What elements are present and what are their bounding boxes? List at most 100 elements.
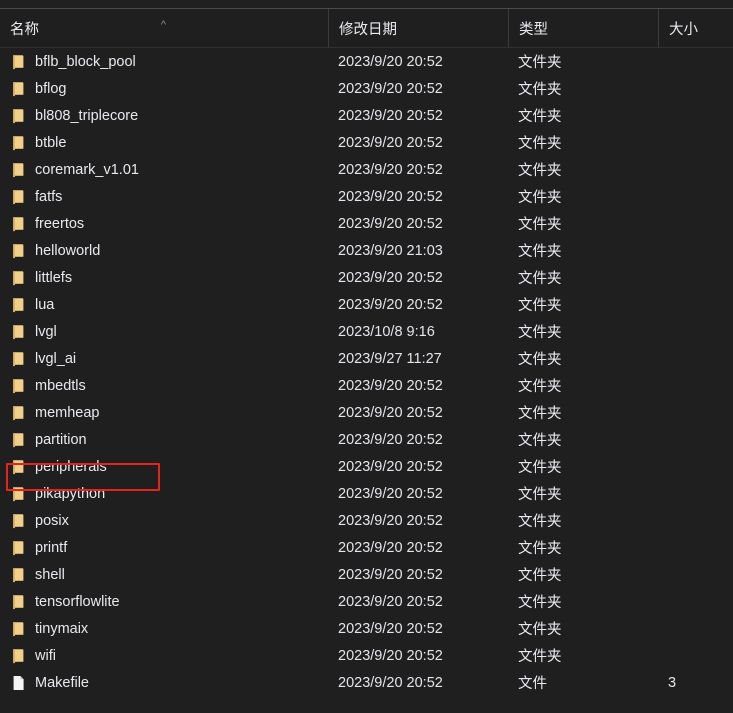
cell-name[interactable]: peripherals <box>0 453 328 480</box>
cell-name[interactable]: bflb_block_pool <box>0 48 328 75</box>
folder-icon <box>10 594 27 610</box>
column-header-size[interactable]: 大小 <box>658 9 733 48</box>
cell-name[interactable]: mbedtls <box>0 372 328 399</box>
cell-name[interactable]: bl808_triplecore <box>0 102 328 129</box>
cell-date-modified: 2023/9/20 20:52 <box>338 647 443 664</box>
cell-name[interactable]: lua <box>0 291 328 318</box>
table-row[interactable]: shell 2023/9/20 20:52 文件夹 <box>0 561 733 588</box>
table-row[interactable]: bflog 2023/9/20 20:52 文件夹 <box>0 75 733 102</box>
table-row[interactable]: printf 2023/9/20 20:52 文件夹 <box>0 534 733 561</box>
folder-icon <box>10 324 27 340</box>
cell-type: 文件夹 <box>518 622 562 638</box>
table-row[interactable]: lua 2023/9/20 20:52 文件夹 <box>0 291 733 318</box>
cell-name[interactable]: pikapython <box>0 480 328 507</box>
cell-size <box>658 588 733 615</box>
cell-type: 文件夹 <box>518 271 562 287</box>
table-row[interactable]: bl808_triplecore 2023/9/20 20:52 文件夹 <box>0 102 733 129</box>
cell-date-modified: 2023/9/20 20:52 <box>338 485 443 502</box>
cell-size <box>658 156 733 183</box>
table-row[interactable]: littlefs 2023/9/20 20:52 文件夹 <box>0 264 733 291</box>
cell-name[interactable]: bflog <box>0 75 328 102</box>
cell-size: 3 <box>668 674 677 691</box>
table-row[interactable]: coremark_v1.01 2023/9/20 20:52 文件夹 <box>0 156 733 183</box>
file-name-label: shell <box>35 566 65 583</box>
file-name-label: helloworld <box>35 242 101 259</box>
column-header-size-label: 大小 <box>669 22 698 38</box>
cell-type: 文件夹 <box>518 379 562 395</box>
cell-name[interactable]: shell <box>0 561 328 588</box>
cell-name[interactable]: coremark_v1.01 <box>0 156 328 183</box>
cell-date-modified: 2023/9/20 20:52 <box>338 566 443 583</box>
folder-icon <box>10 135 27 151</box>
cell-size <box>658 453 733 480</box>
table-row[interactable]: Makefile 2023/9/20 20:52 文件 3 <box>0 669 733 696</box>
table-row[interactable]: lvgl 2023/10/8 9:16 文件夹 <box>0 318 733 345</box>
cell-name[interactable]: littlefs <box>0 264 328 291</box>
cell-name[interactable]: Makefile <box>0 669 328 696</box>
table-row[interactable]: wifi 2023/9/20 20:52 文件夹 <box>0 642 733 669</box>
column-header-date-modified[interactable]: 修改日期 <box>328 9 508 48</box>
file-list[interactable]: bflb_block_pool 2023/9/20 20:52 文件夹 bflog 20… <box>0 48 733 713</box>
cell-name[interactable]: btble <box>0 129 328 156</box>
cell-type: 文件夹 <box>518 514 562 530</box>
file-name-label: bflb_block_pool <box>35 53 136 70</box>
table-row[interactable]: pikapython 2023/9/20 20:52 文件夹 <box>0 480 733 507</box>
table-row[interactable]: lvgl_ai 2023/9/27 11:27 文件夹 <box>0 345 733 372</box>
table-row[interactable]: fatfs 2023/9/20 20:52 文件夹 <box>0 183 733 210</box>
cell-name[interactable]: tensorflowlite <box>0 588 328 615</box>
table-row[interactable]: freertos 2023/9/20 20:52 文件夹 <box>0 210 733 237</box>
table-row[interactable]: helloworld 2023/9/20 21:03 文件夹 <box>0 237 733 264</box>
cell-date-modified: 2023/9/20 20:52 <box>338 161 443 178</box>
file-name-label: coremark_v1.01 <box>35 161 139 178</box>
table-row[interactable]: bflb_block_pool 2023/9/20 20:52 文件夹 <box>0 48 733 75</box>
cell-size <box>658 345 733 372</box>
cell-name[interactable]: lvgl <box>0 318 328 345</box>
cell-size <box>658 561 733 588</box>
table-row[interactable]: mbedtls 2023/9/20 20:52 文件夹 <box>0 372 733 399</box>
cell-name[interactable]: wifi <box>0 642 328 669</box>
sort-ascending-icon[interactable]: ^ <box>157 20 170 31</box>
cell-date-modified: 2023/10/8 9:16 <box>338 323 435 340</box>
cell-type: 文件夹 <box>518 298 562 314</box>
folder-icon <box>10 270 27 286</box>
cell-type: 文件夹 <box>518 568 562 584</box>
cell-type: 文件夹 <box>518 244 562 260</box>
cell-size <box>658 426 733 453</box>
table-row[interactable]: partition 2023/9/20 20:52 文件夹 <box>0 426 733 453</box>
file-name-label: lua <box>35 296 55 313</box>
table-row[interactable]: posix 2023/9/20 20:52 文件夹 <box>0 507 733 534</box>
cell-name[interactable]: tinymaix <box>0 615 328 642</box>
cell-size <box>658 183 733 210</box>
file-name-label: partition <box>35 431 87 448</box>
cell-name[interactable]: lvgl_ai <box>0 345 328 372</box>
cell-name[interactable]: freertos <box>0 210 328 237</box>
cell-name[interactable]: printf <box>0 534 328 561</box>
table-row[interactable]: memheap 2023/9/20 20:52 文件夹 <box>0 399 733 426</box>
cell-date-modified: 2023/9/20 20:52 <box>338 404 443 421</box>
cell-name[interactable]: memheap <box>0 399 328 426</box>
table-row[interactable]: btble 2023/9/20 20:52 文件夹 <box>0 129 733 156</box>
cell-name[interactable]: partition <box>0 426 328 453</box>
cell-size <box>658 75 733 102</box>
table-row[interactable]: tinymaix 2023/9/20 20:52 文件夹 <box>0 615 733 642</box>
column-header-row: 名称 ^ 修改日期 类型 大小 <box>0 9 733 48</box>
cell-type: 文件夹 <box>518 595 562 611</box>
cell-name[interactable]: posix <box>0 507 328 534</box>
cell-size <box>658 318 733 345</box>
table-row[interactable]: peripherals 2023/9/20 20:52 文件夹 <box>0 453 733 480</box>
cell-name[interactable]: helloworld <box>0 237 328 264</box>
cell-date-modified: 2023/9/20 20:52 <box>338 215 443 232</box>
cell-date-modified: 2023/9/20 20:52 <box>338 620 443 637</box>
cell-name[interactable]: fatfs <box>0 183 328 210</box>
cell-size <box>658 615 733 642</box>
column-header-type[interactable]: 类型 <box>508 9 658 48</box>
cell-size <box>658 237 733 264</box>
cell-type: 文件夹 <box>518 55 562 71</box>
file-name-label: lvgl <box>35 323 57 340</box>
table-row[interactable]: tensorflowlite 2023/9/20 20:52 文件夹 <box>0 588 733 615</box>
folder-icon <box>10 405 27 421</box>
folder-icon <box>10 648 27 664</box>
folder-icon <box>10 351 27 367</box>
folder-icon <box>10 81 27 97</box>
file-name-label: littlefs <box>35 269 73 286</box>
